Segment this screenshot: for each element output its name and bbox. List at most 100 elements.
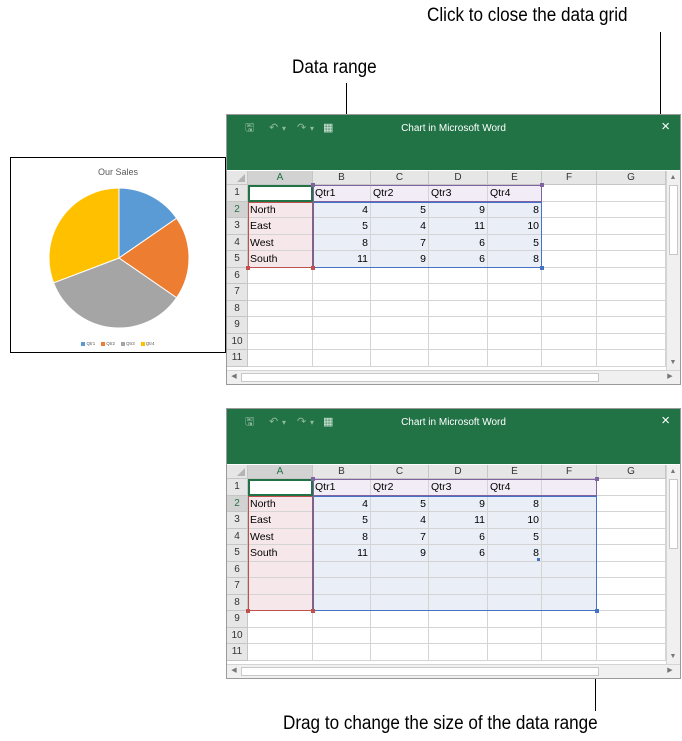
column-header-f[interactable]: F: [542, 465, 597, 479]
cell-g9[interactable]: [597, 611, 666, 628]
cell-e6[interactable]: [488, 561, 542, 578]
column-header-e[interactable]: E: [488, 465, 542, 479]
cell-e11[interactable]: [488, 350, 542, 367]
scroll-up-arrow-icon[interactable]: ▲: [667, 467, 679, 477]
cell-d7[interactable]: [429, 578, 488, 595]
spreadsheet-grid[interactable]: A B C D E F G 1 Qtr1 Qtr2 Qtr3 Qtr4 2 North 4 5 9 8 3 East 5…: [227, 171, 666, 370]
cell-a5[interactable]: South: [248, 545, 313, 562]
cell-g4[interactable]: [597, 234, 666, 251]
row-header-2[interactable]: 2: [227, 201, 248, 218]
cell-f4[interactable]: [542, 234, 597, 251]
row-header-10[interactable]: 10: [227, 333, 248, 350]
cell-d1[interactable]: Qtr3: [429, 185, 488, 202]
cell-d1[interactable]: Qtr3: [429, 479, 488, 496]
cell-a9[interactable]: [248, 317, 313, 334]
cell-c6[interactable]: [371, 561, 429, 578]
row-header-11[interactable]: 11: [227, 350, 248, 367]
cell-c8[interactable]: [371, 594, 429, 611]
cell-a1[interactable]: [248, 479, 313, 496]
cell-b10[interactable]: [313, 333, 371, 350]
cell-b7[interactable]: [313, 284, 371, 301]
chart-area[interactable]: Our Sales Qtr1 Qtr2 Qtr3 Qtr4: [10, 157, 226, 353]
column-header-a[interactable]: A: [248, 171, 313, 185]
cell-c10[interactable]: [371, 333, 429, 350]
row-header-1[interactable]: 1: [227, 479, 248, 496]
cell-b3[interactable]: 5: [313, 218, 371, 235]
cell-c3[interactable]: 4: [371, 218, 429, 235]
column-header-b[interactable]: B: [313, 465, 371, 479]
row-header-6[interactable]: 6: [227, 561, 248, 578]
cell-e4[interactable]: 5: [488, 528, 542, 545]
cell-a6[interactable]: [248, 561, 313, 578]
cell-d9[interactable]: [429, 317, 488, 334]
cell-d3[interactable]: 11: [429, 512, 488, 529]
scroll-left-arrow-icon[interactable]: ◀: [228, 666, 240, 676]
cell-d6[interactable]: [429, 561, 488, 578]
cell-b10[interactable]: [313, 627, 371, 644]
cell-a10[interactable]: [248, 333, 313, 350]
values-resize-handle[interactable]: [540, 265, 544, 270]
cell-a5[interactable]: South: [248, 251, 313, 268]
column-header-c[interactable]: C: [371, 465, 429, 479]
cell-e11[interactable]: [488, 644, 542, 661]
cell-a6[interactable]: [248, 267, 313, 284]
scroll-up-arrow-icon[interactable]: ▲: [667, 173, 679, 183]
cell-b8[interactable]: [313, 300, 371, 317]
cell-b1[interactable]: Qtr1: [313, 185, 371, 202]
cell-g10[interactable]: [597, 333, 666, 350]
cell-a11[interactable]: [248, 644, 313, 661]
row-header-11[interactable]: 11: [227, 644, 248, 661]
cell-c1[interactable]: Qtr2: [371, 479, 429, 496]
cell-a9[interactable]: [248, 611, 313, 628]
cell-c2[interactable]: 5: [371, 201, 429, 218]
horizontal-scroll-thumb[interactable]: [241, 667, 599, 676]
cell-c9[interactable]: [371, 317, 429, 334]
cell-f1[interactable]: [542, 479, 597, 496]
cell-e5[interactable]: 8: [488, 545, 542, 562]
cell-a2[interactable]: North: [248, 495, 313, 512]
cell-g1[interactable]: [597, 185, 666, 202]
cell-f1[interactable]: [542, 185, 597, 202]
cell-b8[interactable]: [313, 594, 371, 611]
select-all-corner[interactable]: [227, 465, 248, 479]
cell-e9[interactable]: [488, 317, 542, 334]
cell-f8[interactable]: [542, 594, 597, 611]
cell-b5[interactable]: 11: [313, 545, 371, 562]
cell-g6[interactable]: [597, 561, 666, 578]
cell-d11[interactable]: [429, 644, 488, 661]
cell-c7[interactable]: [371, 578, 429, 595]
cell-g9[interactable]: [597, 317, 666, 334]
scroll-right-arrow-icon[interactable]: ▶: [664, 372, 676, 382]
row-header-9[interactable]: 9: [227, 611, 248, 628]
cell-g11[interactable]: [597, 350, 666, 367]
red-range-corner-handle[interactable]: [311, 265, 315, 270]
cell-b4[interactable]: 8: [313, 234, 371, 251]
row-header-2[interactable]: 2: [227, 495, 248, 512]
cell-f3[interactable]: [542, 512, 597, 529]
cell-g3[interactable]: [597, 218, 666, 235]
cell-c1[interactable]: Qtr2: [371, 185, 429, 202]
cell-d2[interactable]: 9: [429, 201, 488, 218]
scroll-right-arrow-icon[interactable]: ▶: [664, 666, 676, 676]
row-header-4[interactable]: 4: [227, 234, 248, 251]
cell-a10[interactable]: [248, 627, 313, 644]
cell-b6[interactable]: [313, 561, 371, 578]
cell-g1[interactable]: [597, 479, 666, 496]
cell-a11[interactable]: [248, 350, 313, 367]
cell-b11[interactable]: [313, 644, 371, 661]
row-header-5[interactable]: 5: [227, 251, 248, 268]
cell-d8[interactable]: [429, 594, 488, 611]
cell-e7[interactable]: [488, 578, 542, 595]
cell-e3[interactable]: 10: [488, 218, 542, 235]
row-header-7[interactable]: 7: [227, 284, 248, 301]
cell-c2[interactable]: 5: [371, 495, 429, 512]
cell-d4[interactable]: 6: [429, 528, 488, 545]
cell-d5[interactable]: 6: [429, 251, 488, 268]
cell-c8[interactable]: [371, 300, 429, 317]
cell-b2[interactable]: 4: [313, 201, 371, 218]
excel-data-window-bottom[interactable]: 🖫 ↶ ▾ ↷ ▾ ▦ Chart in Microsoft Word × A B C D E F G 1 Qt…: [226, 408, 681, 679]
cell-c9[interactable]: [371, 611, 429, 628]
column-header-c[interactable]: C: [371, 171, 429, 185]
cell-g6[interactable]: [597, 267, 666, 284]
cell-f9[interactable]: [542, 317, 597, 334]
